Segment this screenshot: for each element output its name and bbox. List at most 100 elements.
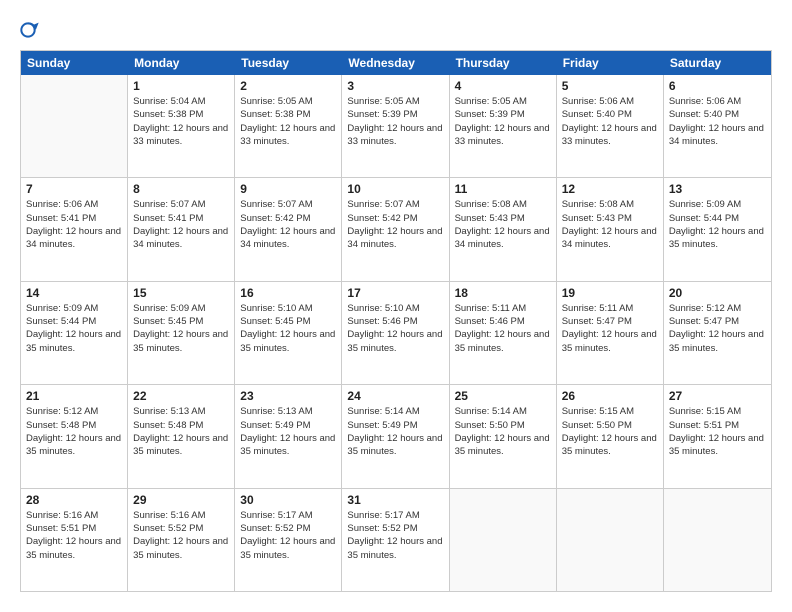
day-cell-31: 31Sunrise: 5:17 AM Sunset: 5:52 PM Dayli…: [342, 489, 449, 591]
day-cell-19: 19 Sunrise: 5:11 AM Sunset: 5:47 PM Dayli…: [557, 282, 664, 384]
day-number: 9: [240, 182, 336, 196]
day-number: 22: [133, 389, 229, 403]
day-cell-18: 18 Sunrise: 5:11 AM Sunset: 5:46 PM Dayli…: [450, 282, 557, 384]
day-cell-14: 14 Sunrise: 5:09 AM Sunset: 5:44 PM Dayli…: [21, 282, 128, 384]
day-cell-11: 11Sunrise: 5:08 AM Sunset: 5:43 PM Dayli…: [450, 178, 557, 280]
calendar-row-3: 14 Sunrise: 5:09 AM Sunset: 5:44 PM Dayli…: [21, 282, 771, 385]
cell-info: Sunrise: 5:06 AM Sunset: 5:40 PM Dayligh…: [669, 95, 766, 148]
cell-info: Sunrise: 5:14 AM Sunset: 5:50 PM Dayligh…: [455, 405, 551, 458]
day-cell-8: 8Sunrise: 5:07 AM Sunset: 5:41 PM Daylig…: [128, 178, 235, 280]
calendar-header: SundayMondayTuesdayWednesdayThursdayFrid…: [21, 51, 771, 75]
cell-info: Sunrise: 5:10 AM Sunset: 5:45 PM Dayligh…: [240, 302, 336, 355]
cell-info: Sunrise: 5:09 AM Sunset: 5:45 PM Dayligh…: [133, 302, 229, 355]
day-cell-28: 28 Sunrise: 5:16 AM Sunset: 5:51 PM Dayli…: [21, 489, 128, 591]
calendar-body: 1 Sunrise: 5:04 AM Sunset: 5:38 PM Daylig…: [21, 75, 771, 591]
empty-cell: [664, 489, 771, 591]
day-number: 21: [26, 389, 122, 403]
day-number: 26: [562, 389, 658, 403]
weekday-header-saturday: Saturday: [664, 51, 771, 75]
day-number: 2: [240, 79, 336, 93]
day-cell-1: 1 Sunrise: 5:04 AM Sunset: 5:38 PM Daylig…: [128, 75, 235, 177]
day-cell-9: 9 Sunrise: 5:07 AM Sunset: 5:42 PM Daylig…: [235, 178, 342, 280]
cell-info: Sunrise: 5:09 AM Sunset: 5:44 PM Dayligh…: [26, 302, 122, 355]
day-number: 8: [133, 182, 229, 196]
cell-info: Sunrise: 5:15 AM Sunset: 5:51 PM Dayligh…: [669, 405, 766, 458]
cell-info: Sunrise: 5:17 AM Sunset: 5:52 PM Dayligh…: [240, 509, 336, 562]
day-cell-21: 21 Sunrise: 5:12 AM Sunset: 5:48 PM Dayli…: [21, 385, 128, 487]
day-cell-30: 30 Sunrise: 5:17 AM Sunset: 5:52 PM Dayli…: [235, 489, 342, 591]
day-cell-26: 26 Sunrise: 5:15 AM Sunset: 5:50 PM Dayli…: [557, 385, 664, 487]
day-cell-29: 29 Sunrise: 5:16 AM Sunset: 5:52 PM Dayli…: [128, 489, 235, 591]
day-cell-20: 20 Sunrise: 5:12 AM Sunset: 5:47 PM Dayli…: [664, 282, 771, 384]
day-number: 20: [669, 286, 766, 300]
cell-info: Sunrise: 5:14 AM Sunset: 5:49 PM Dayligh…: [347, 405, 443, 458]
cell-info: Sunrise: 5:08 AM Sunset: 5:43 PM Dayligh…: [455, 198, 551, 251]
day-number: 1: [133, 79, 229, 93]
day-number: 15: [133, 286, 229, 300]
day-number: 14: [26, 286, 122, 300]
cell-info: Sunrise: 5:11 AM Sunset: 5:47 PM Dayligh…: [562, 302, 658, 355]
day-cell-16: 16 Sunrise: 5:10 AM Sunset: 5:45 PM Dayli…: [235, 282, 342, 384]
calendar: SundayMondayTuesdayWednesdayThursdayFrid…: [20, 50, 772, 592]
empty-cell: [557, 489, 664, 591]
cell-info: Sunrise: 5:13 AM Sunset: 5:48 PM Dayligh…: [133, 405, 229, 458]
day-number: 24: [347, 389, 443, 403]
day-number: 18: [455, 286, 551, 300]
cell-info: Sunrise: 5:13 AM Sunset: 5:49 PM Dayligh…: [240, 405, 336, 458]
cell-info: Sunrise: 5:11 AM Sunset: 5:46 PM Dayligh…: [455, 302, 551, 355]
cell-info: Sunrise: 5:07 AM Sunset: 5:42 PM Dayligh…: [347, 198, 443, 251]
cell-info: Sunrise: 5:05 AM Sunset: 5:39 PM Dayligh…: [347, 95, 443, 148]
logo-icon: [20, 20, 40, 40]
day-number: 28: [26, 493, 122, 507]
day-number: 29: [133, 493, 229, 507]
day-cell-13: 13 Sunrise: 5:09 AM Sunset: 5:44 PM Dayli…: [664, 178, 771, 280]
day-number: 7: [26, 182, 122, 196]
cell-info: Sunrise: 5:04 AM Sunset: 5:38 PM Dayligh…: [133, 95, 229, 148]
cell-info: Sunrise: 5:12 AM Sunset: 5:48 PM Dayligh…: [26, 405, 122, 458]
cell-info: Sunrise: 5:08 AM Sunset: 5:43 PM Dayligh…: [562, 198, 658, 251]
calendar-row-4: 21 Sunrise: 5:12 AM Sunset: 5:48 PM Dayli…: [21, 385, 771, 488]
day-number: 19: [562, 286, 658, 300]
weekday-header-tuesday: Tuesday: [235, 51, 342, 75]
day-number: 12: [562, 182, 658, 196]
day-cell-15: 15 Sunrise: 5:09 AM Sunset: 5:45 PM Dayli…: [128, 282, 235, 384]
day-number: 30: [240, 493, 336, 507]
day-number: 16: [240, 286, 336, 300]
weekday-header-sunday: Sunday: [21, 51, 128, 75]
day-cell-23: 23 Sunrise: 5:13 AM Sunset: 5:49 PM Dayli…: [235, 385, 342, 487]
day-cell-4: 4Sunrise: 5:05 AM Sunset: 5:39 PM Daylig…: [450, 75, 557, 177]
cell-info: Sunrise: 5:16 AM Sunset: 5:51 PM Dayligh…: [26, 509, 122, 562]
empty-cell: [450, 489, 557, 591]
day-number: 27: [669, 389, 766, 403]
weekday-header-thursday: Thursday: [450, 51, 557, 75]
cell-info: Sunrise: 5:17 AM Sunset: 5:52 PM Dayligh…: [347, 509, 443, 562]
header: [20, 20, 772, 40]
day-cell-3: 3Sunrise: 5:05 AM Sunset: 5:39 PM Daylig…: [342, 75, 449, 177]
day-number: 4: [455, 79, 551, 93]
cell-info: Sunrise: 5:15 AM Sunset: 5:50 PM Dayligh…: [562, 405, 658, 458]
cell-info: Sunrise: 5:09 AM Sunset: 5:44 PM Dayligh…: [669, 198, 766, 251]
cell-info: Sunrise: 5:16 AM Sunset: 5:52 PM Dayligh…: [133, 509, 229, 562]
day-number: 13: [669, 182, 766, 196]
day-cell-7: 7 Sunrise: 5:06 AM Sunset: 5:41 PM Daylig…: [21, 178, 128, 280]
calendar-row-5: 28 Sunrise: 5:16 AM Sunset: 5:51 PM Dayli…: [21, 489, 771, 591]
day-number: 10: [347, 182, 443, 196]
weekday-header-friday: Friday: [557, 51, 664, 75]
day-number: 23: [240, 389, 336, 403]
day-cell-2: 2 Sunrise: 5:05 AM Sunset: 5:38 PM Daylig…: [235, 75, 342, 177]
logo: [20, 20, 42, 40]
cell-info: Sunrise: 5:06 AM Sunset: 5:41 PM Dayligh…: [26, 198, 122, 251]
cell-info: Sunrise: 5:07 AM Sunset: 5:42 PM Dayligh…: [240, 198, 336, 251]
weekday-header-monday: Monday: [128, 51, 235, 75]
cell-info: Sunrise: 5:06 AM Sunset: 5:40 PM Dayligh…: [562, 95, 658, 148]
calendar-row-2: 7 Sunrise: 5:06 AM Sunset: 5:41 PM Daylig…: [21, 178, 771, 281]
cell-info: Sunrise: 5:05 AM Sunset: 5:38 PM Dayligh…: [240, 95, 336, 148]
cell-info: Sunrise: 5:12 AM Sunset: 5:47 PM Dayligh…: [669, 302, 766, 355]
day-number: 5: [562, 79, 658, 93]
day-cell-12: 12 Sunrise: 5:08 AM Sunset: 5:43 PM Dayli…: [557, 178, 664, 280]
day-cell-25: 25Sunrise: 5:14 AM Sunset: 5:50 PM Dayli…: [450, 385, 557, 487]
page: SundayMondayTuesdayWednesdayThursdayFrid…: [0, 0, 792, 612]
day-cell-6: 6Sunrise: 5:06 AM Sunset: 5:40 PM Daylig…: [664, 75, 771, 177]
day-cell-27: 27 Sunrise: 5:15 AM Sunset: 5:51 PM Dayli…: [664, 385, 771, 487]
day-number: 17: [347, 286, 443, 300]
